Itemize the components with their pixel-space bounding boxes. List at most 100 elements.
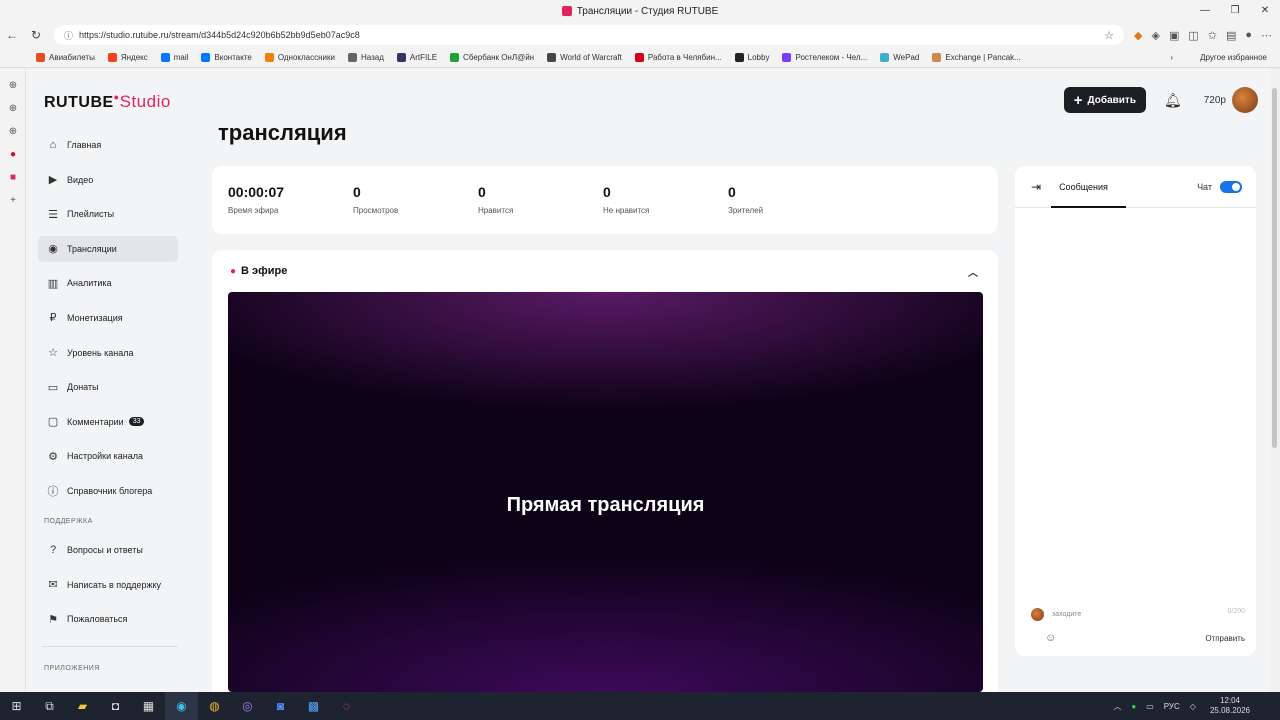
add-button[interactable]: + Добавить [1063,87,1146,113]
task-view-icon[interactable]: ⧉ [33,699,66,714]
bookmark-favicon-icon [932,53,942,62]
wallet-icon: ▭ [47,381,59,394]
file-explorer-icon[interactable]: ▰ [66,699,99,713]
windows-start-icon[interactable]: ⊞ [0,699,33,713]
bookmark-item[interactable]: Одноклассники [264,53,335,62]
bookmark-label: Яндекс [120,53,148,62]
recorder-icon[interactable]: ◌ [330,699,363,713]
bookmark-item[interactable]: World of Warcraft [547,53,622,62]
back-icon[interactable]: ← [0,28,24,42]
profile-icon[interactable]: ● [1245,29,1252,42]
chrome-icon[interactable]: ◍ [198,699,231,713]
bookmarks-more-icon[interactable]: › [1170,53,1173,62]
sidebar-item-label: Комментарии [67,416,124,427]
bookmark-item[interactable]: Назад [348,53,384,62]
bookmark-item[interactable]: ArtFILE [396,53,437,62]
add-icon[interactable]: + [0,195,26,206]
sidebar-item[interactable]: ✉ Написать в поддержку [38,572,178,598]
store-icon[interactable]: ▩ [297,699,330,713]
extension-icon[interactable]: ◈ [1151,29,1159,42]
close-icon[interactable]: ✕ [1250,0,1280,22]
url-field[interactable]: ⓘ https://studio.rutube.ru/stream/d344b5… [54,25,1124,45]
reload-icon[interactable]: ↻ [24,28,48,42]
sidebar-item[interactable]: ▭ Донаты [38,374,178,400]
scrollbar-thumb[interactable] [1272,88,1277,448]
favorites-icon[interactable]: ✩ [1208,29,1217,42]
bookmark-label: WePad [893,53,920,62]
sidebar-item[interactable]: ▶ Видео [38,167,178,193]
chat-input[interactable] [1052,606,1242,622]
chevron-up-icon[interactable]: ︿ [968,264,978,279]
sidebar-item[interactable]: ? Вопросы и ответы [38,537,178,563]
globe-icon[interactable]: ⊕ [0,103,26,114]
bookmark-item[interactable]: Сбербанк ОнЛ@йн [450,53,534,62]
tray-app-icon[interactable]: ◇ [1190,702,1196,711]
bookmark-item[interactable]: Вконтакте [201,53,252,62]
bookmark-item[interactable]: Exchange | Pancak... [932,53,1021,62]
minimize-icon[interactable]: — [1190,0,1220,22]
keyboard-lang[interactable]: РУС [1164,702,1180,711]
bookmark-favicon-icon [634,53,644,62]
bookmark-item[interactable]: Ростелеком - Чел... [782,53,867,62]
bell-icon[interactable]: 🔔︎ [1164,92,1182,109]
bookmark-item[interactable]: mail [160,53,188,62]
bookmark-star-icon[interactable]: ☆ [1104,29,1114,42]
live-header[interactable]: ● В эфире ︿ [212,250,998,292]
split-screen-icon[interactable]: ◫ [1188,29,1198,42]
stat-label: Зрителей [728,206,764,215]
sidebar-item[interactable]: ⌂ Главная [38,132,178,158]
globe-icon[interactable]: ⊕ [0,126,26,137]
calculator-icon[interactable]: ▦ [132,699,165,713]
network-icon[interactable]: ▭ [1146,702,1154,711]
sidebar-item[interactable]: ₽ Монетизация [38,305,178,331]
collapse-panel-icon[interactable]: ⇥ [1031,180,1041,194]
sidebar-item[interactable]: ☆ Уровень канала [38,340,178,366]
clock[interactable]: 12:04 25.08.2026 [1210,696,1250,716]
sidebar-divider [42,646,178,648]
chat-toggle[interactable] [1220,180,1242,193]
more-menu-icon[interactable]: ⋯ [1261,29,1272,42]
app-icon[interactable]: ◘ [99,699,132,713]
system-tray: ︿ ● ▭ РУС ◇ 12:04 25.08.2026 [1103,696,1280,716]
metamask-icon[interactable]: ◆ [1134,29,1142,42]
bookmark-item[interactable]: Авиабилеты [36,53,95,62]
restore-icon[interactable]: ❐ [1220,0,1250,22]
globe-icon[interactable]: ⊕ [0,80,26,91]
rutube-icon[interactable]: ■ [0,172,26,183]
tray-app-icon[interactable]: ● [1131,702,1136,711]
tor-icon[interactable]: ◎ [231,699,264,713]
sidebar-item[interactable]: ▥ Аналитика [38,270,178,296]
collections-icon[interactable]: ▤ [1226,29,1236,42]
bookmark-label: World of Warcraft [560,53,622,62]
page-scrollbar[interactable] [1270,68,1280,692]
send-button[interactable]: Отправить [1205,634,1245,643]
other-bookmarks[interactable]: Другое избранное [1200,53,1267,62]
rutube-studio-logo[interactable]: RUTUBE●Studio [44,92,171,112]
sidebar-item[interactable]: ⚑ Пожаловаться [38,606,178,632]
sidebar-item-label: Вопросы и ответы [67,544,143,555]
sidebar-item[interactable]: ⚙ Настройки канала [38,443,178,469]
tab-messages[interactable]: Сообщения [1051,166,1126,208]
site-info-icon[interactable]: ⓘ [64,29,73,42]
sidebar-item[interactable]: ▢ Комментарии 33 [38,409,178,435]
video-player[interactable]: Прямая трансляция [228,292,983,692]
balance[interactable]: 720р [1204,95,1226,106]
bookmark-item[interactable]: Lobby [734,53,769,62]
bookmark-favicon-icon [36,53,45,62]
avatar[interactable] [1232,87,1258,113]
bookmark-item[interactable]: Яндекс [107,53,148,62]
sidebar-item[interactable]: ☰ Плейлисты [38,201,178,227]
pinterest-icon[interactable]: ● [0,149,26,160]
stat-item: 0 Просмотров [353,184,478,234]
browser-titlebar: Трансляции - Студия RUTUBE — ❐ ✕ [0,0,1280,22]
app-icon[interactable]: ◙ [264,699,297,713]
sidebar-item[interactable]: ⓘ Справочник блогера [38,478,178,504]
bookmark-item[interactable]: Работа в Челябин... [634,53,722,62]
tray-chevron-icon[interactable]: ︿ [1113,701,1121,712]
edge-icon[interactable]: ◉ [165,692,198,720]
stat-label: Просмотров [353,206,399,215]
extensions-icon[interactable]: ▣ [1169,29,1179,42]
emoji-icon[interactable]: ☺ [1045,632,1056,644]
bookmark-item[interactable]: WePad [880,53,919,62]
sidebar-item[interactable]: ◉ Трансляции [38,235,178,262]
